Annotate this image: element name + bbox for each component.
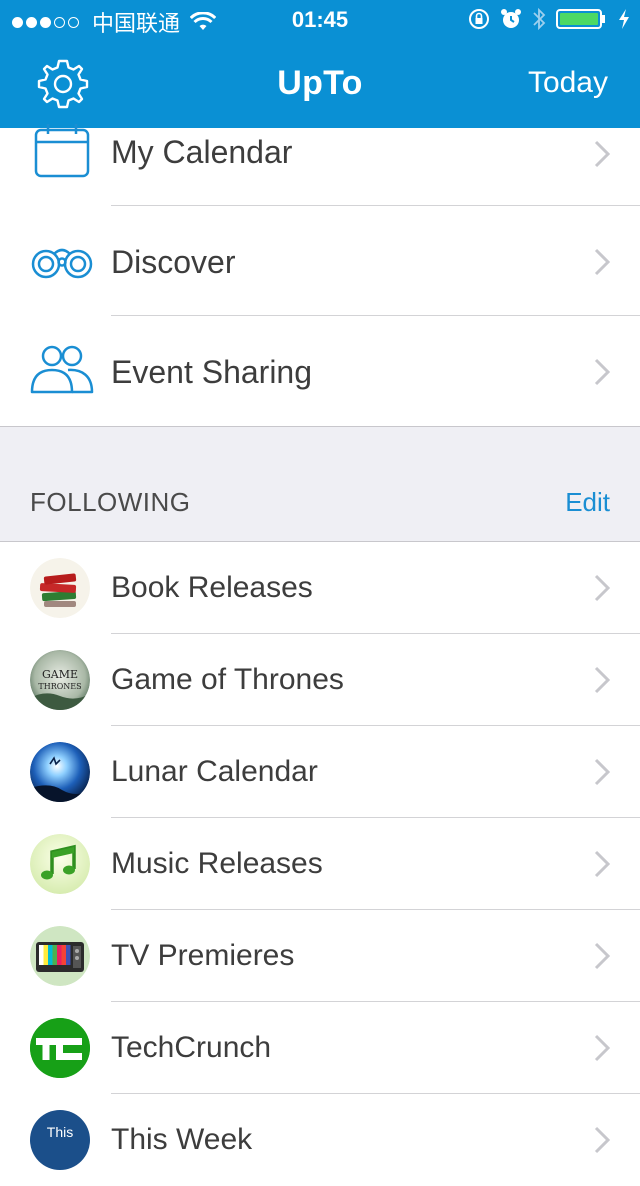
- chevron-right-icon: [594, 850, 610, 878]
- menu-label: My Calendar: [111, 134, 293, 170]
- menu-item-discover[interactable]: Discover: [0, 206, 640, 316]
- list-item-label: This Week: [111, 1123, 253, 1156]
- list-item-book-releases[interactable]: Book Releases: [0, 542, 640, 634]
- list-item-label: TV Premieres: [111, 939, 295, 972]
- alarm-icon: [501, 9, 521, 28]
- menu-label: Event Sharing: [111, 354, 313, 390]
- chevron-right-icon: [594, 1126, 610, 1154]
- chevron-right-icon: [594, 140, 610, 168]
- list-item-tv-premieres[interactable]: TV Premieres: [0, 910, 640, 1002]
- edit-button[interactable]: Edit: [565, 487, 610, 518]
- moon-icon: [30, 742, 90, 802]
- techcrunch-icon: [30, 1018, 90, 1078]
- chevron-right-icon: [594, 666, 610, 694]
- chevron-right-icon: [594, 1034, 610, 1062]
- following-section-header: FOLLOWING Edit: [0, 426, 640, 542]
- calendar-icon: [34, 124, 90, 178]
- bluetooth-icon: [533, 7, 546, 31]
- list-item-techcrunch[interactable]: TechCrunch: [0, 1002, 640, 1094]
- list-item-music-releases[interactable]: Music Releases: [0, 818, 640, 910]
- list-item-lunar-calendar[interactable]: Lunar Calendar: [0, 726, 640, 818]
- status-bar: 中国联通 01:45: [0, 0, 640, 40]
- chevron-right-icon: [594, 758, 610, 786]
- menu-label: Discover: [111, 244, 236, 280]
- following-list: Book Releases GAME THRONES Game of Thron…: [0, 542, 640, 1186]
- battery-icon: [556, 9, 605, 29]
- menu-item-my-calendar[interactable]: My Calendar: [0, 124, 640, 206]
- list-item-game-of-thrones[interactable]: GAME THRONES Game of Thrones: [0, 634, 640, 726]
- list-item-label: Book Releases: [111, 571, 313, 604]
- charging-icon: [619, 9, 629, 29]
- rotation-lock-icon: [469, 9, 489, 29]
- settings-gear-icon[interactable]: [36, 57, 90, 111]
- chevron-right-icon: [594, 358, 610, 386]
- today-button[interactable]: Today: [528, 66, 608, 100]
- chevron-right-icon: [594, 942, 610, 970]
- menu-item-event-sharing[interactable]: Event Sharing: [0, 316, 640, 426]
- main-menu: My Calendar Discover Event Sharing: [0, 124, 640, 426]
- svg-text:GAME: GAME: [42, 668, 78, 681]
- svg-text:THRONES: THRONES: [38, 682, 81, 691]
- books-icon: [30, 558, 90, 618]
- binoculars-icon: [31, 248, 93, 279]
- tv-icon: [30, 926, 90, 986]
- list-item-label: Game of Thrones: [111, 663, 344, 696]
- top-bar: 中国联通 01:45 UpTo Today: [0, 0, 640, 128]
- navigation-bar: UpTo Today: [0, 40, 640, 128]
- chevron-right-icon: [594, 574, 610, 602]
- this-week-icon: This: [30, 1110, 90, 1170]
- music-note-icon: [30, 834, 90, 894]
- list-item-this-week[interactable]: This This Week: [0, 1094, 640, 1186]
- list-item-label: TechCrunch: [111, 1031, 272, 1064]
- people-icon: [30, 345, 94, 394]
- this-week-avatar-text: This: [46, 1124, 74, 1140]
- list-item-label: Lunar Calendar: [111, 755, 318, 788]
- section-title: FOLLOWING: [30, 487, 191, 517]
- list-item-label: Music Releases: [111, 847, 323, 880]
- game-of-thrones-icon: GAME THRONES: [30, 650, 90, 710]
- chevron-right-icon: [594, 248, 610, 276]
